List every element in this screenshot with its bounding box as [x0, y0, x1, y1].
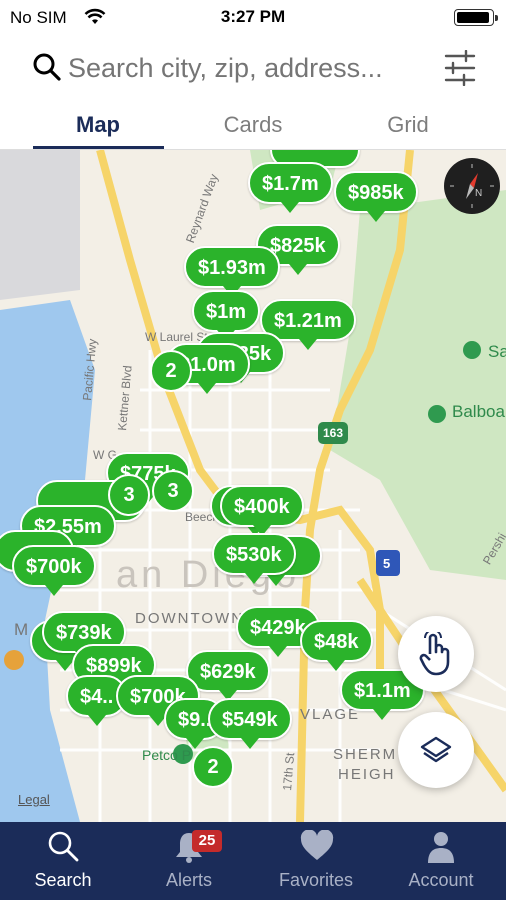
cluster-pin[interactable]: 2	[150, 350, 192, 392]
battery-icon	[454, 9, 498, 26]
map-view[interactable]: 163 5 W Laurel St Pacific Hwy Kettner Bl…	[0, 150, 506, 822]
tab-map[interactable]: Map	[28, 112, 168, 138]
draw-area-button[interactable]	[398, 616, 474, 692]
price-pin[interactable]: $400k	[220, 485, 304, 536]
alerts-badge: 25	[192, 830, 222, 852]
person-icon	[428, 832, 454, 863]
filter-icon[interactable]	[444, 49, 476, 91]
cluster-pin[interactable]: 2	[192, 746, 234, 788]
highway-163-label: 163	[323, 426, 344, 440]
map-label-sa: Sa	[488, 342, 506, 361]
legal-link[interactable]: Legal	[18, 792, 50, 807]
search-bar	[0, 40, 506, 96]
status-bar: No SIM 3:27 PM	[0, 0, 506, 34]
app-screen: No SIM 3:27 PM Map Cards Grid	[0, 0, 506, 900]
price-pin[interactable]: $700k	[12, 545, 96, 596]
hand-pointer-icon	[416, 629, 456, 681]
nav-search[interactable]: Search	[0, 822, 126, 900]
price-pin[interactable]: $549k	[208, 698, 292, 749]
cluster-pin[interactable]: 3	[108, 474, 150, 516]
price-pin[interactable]: $530k	[212, 533, 296, 584]
nav-account[interactable]: Account	[378, 822, 504, 900]
nav-account-label: Account	[408, 870, 474, 890]
compass-icon[interactable]: N	[444, 158, 500, 214]
highway-5-label: 5	[383, 556, 391, 571]
cluster-pin[interactable]: 3	[152, 470, 194, 512]
nav-favorites[interactable]: Favorites	[253, 822, 379, 900]
svg-text:N: N	[475, 188, 482, 199]
price-pin[interactable]: $629k	[186, 650, 270, 701]
district-label: DOWNTOWN	[135, 610, 245, 627]
nav-search-label: Search	[34, 870, 92, 890]
map-label-m: M	[14, 620, 29, 639]
heart-icon	[300, 830, 334, 860]
bottom-nav: Search 25 Alerts Favorites Account	[0, 822, 506, 900]
map-label-balboa: Balboa	[452, 402, 505, 421]
map-layers-button[interactable]	[398, 712, 474, 788]
price-pin[interactable]: $1.7m	[248, 162, 333, 213]
search-input[interactable]	[68, 50, 428, 86]
nav-alerts-label: Alerts	[165, 870, 212, 890]
price-pin[interactable]: $1.93m	[184, 246, 280, 297]
nav-favorites-label: Favorites	[278, 870, 354, 890]
price-pin[interactable]: $1m	[192, 290, 261, 341]
active-tab-indicator	[33, 146, 164, 149]
view-tabs: Map Cards Grid	[0, 102, 506, 150]
clock: 3:27 PM	[220, 7, 286, 26]
tab-cards[interactable]: Cards	[183, 112, 323, 138]
search-icon	[32, 52, 62, 87]
price-pin[interactable]: $985k	[334, 171, 418, 222]
price-pin[interactable]: $48k	[300, 620, 373, 671]
nav-alerts[interactable]: 25 Alerts	[126, 822, 252, 900]
layers-icon	[420, 734, 452, 771]
map-label-petco: Petco P	[142, 747, 192, 763]
search-icon	[48, 831, 79, 862]
map-label-heigh: HEIGH	[338, 766, 396, 783]
tab-grid[interactable]: Grid	[338, 112, 478, 138]
map-label-sherm: SHERM	[333, 746, 398, 763]
